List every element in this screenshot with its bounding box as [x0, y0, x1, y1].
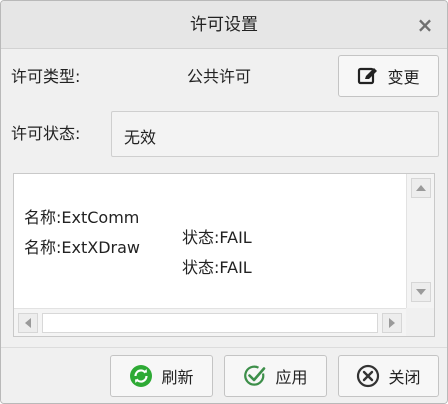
close-button[interactable]: 关闭 — [338, 355, 439, 397]
license-status-value: 无效 — [124, 128, 157, 147]
list-item[interactable]: 名称:ExtXDraw 状态:FAIL — [24, 218, 252, 277]
license-name: 名称:ExtXDraw — [24, 238, 140, 257]
refresh-button-label: 刷新 — [161, 368, 194, 387]
license-status: 状态:FAIL — [182, 228, 252, 247]
vertical-scrollbar[interactable] — [406, 174, 434, 308]
refresh-button[interactable]: 刷新 — [110, 355, 213, 397]
change-button-label: 变更 — [387, 68, 420, 87]
apply-button-label: 应用 — [275, 368, 308, 387]
license-status-field: 无效 — [111, 111, 439, 157]
license-status-label: 许可状态: — [11, 124, 81, 143]
license-type-value: 公共许可 — [187, 67, 252, 86]
close-icon[interactable]: × — [415, 15, 435, 35]
apply-button[interactable]: 应用 — [224, 355, 327, 397]
scroll-down-icon[interactable] — [411, 282, 431, 302]
scroll-left-icon[interactable] — [18, 313, 38, 333]
list-item[interactable]: 名称:ExtComm 状态:FAIL — [24, 188, 252, 247]
edit-icon — [357, 66, 379, 86]
scroll-right-icon[interactable] — [382, 313, 402, 333]
titlebar: 许可设置 × — [1, 1, 447, 49]
scroll-up-icon[interactable] — [411, 178, 431, 198]
scrollbar-corner — [406, 308, 434, 336]
close-button-label: 关闭 — [388, 368, 421, 387]
horizontal-scroll-thumb[interactable] — [42, 313, 378, 333]
close-circle-icon — [356, 364, 380, 388]
refresh-icon — [129, 364, 153, 388]
license-list[interactable]: 名称:ExtComm 状态:FAIL 名称:ExtXDraw 状态:FAIL — [13, 173, 435, 337]
license-status: 状态:FAIL — [182, 258, 252, 277]
apply-check-icon — [243, 364, 267, 388]
change-button[interactable]: 变更 — [338, 55, 439, 97]
dialog-title: 许可设置 — [190, 15, 258, 35]
license-type-label: 许可类型: — [11, 67, 81, 86]
horizontal-scrollbar[interactable] — [14, 308, 406, 336]
license-settings-dialog: 许可设置 × 许可类型: 公共许可 变更 许可状态: 无效 名称:ExtComm… — [0, 0, 448, 404]
